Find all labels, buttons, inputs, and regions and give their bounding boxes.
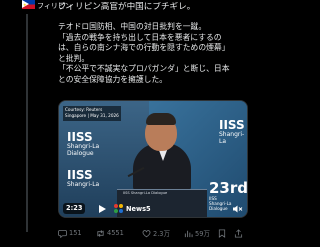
logo-title: IISS	[219, 118, 245, 132]
iiss-logo-lower: IISS Shangri-La	[67, 169, 99, 188]
action-bar: 151 4551 2.3万 59万	[58, 227, 248, 239]
thread-line	[26, 14, 28, 232]
logo-sub: Shangri-La	[67, 181, 100, 188]
like-count: 2.3万	[153, 230, 171, 238]
views-chart-icon	[184, 230, 193, 237]
body-line: 「不公平で不誠実なプロパガンダ」と断じ、日本	[58, 64, 230, 74]
iiss-logo-left: IISS Shangri-La Dialogue	[67, 131, 99, 157]
logo-title: IISS	[67, 168, 93, 182]
video-duration: 2:23	[63, 203, 86, 214]
reply-button[interactable]: 151	[58, 227, 82, 239]
speaker-hair	[146, 113, 176, 125]
reply-count: 151	[69, 229, 82, 237]
body-line: と批判。	[58, 53, 90, 63]
view-count: 59万	[195, 230, 210, 238]
credit-line: Singapore | May 31, 2026	[65, 112, 119, 118]
body-line: テオドロ国防相、中国の対日批判を一蹴。	[58, 22, 207, 31]
body-line: との安全保障協力を擁護した。	[58, 74, 168, 84]
video-credit: Courtesy: Reuters Singapore | May 31, 20…	[63, 106, 121, 121]
news-source: News5	[126, 205, 151, 213]
body-line: は、自らの南シナ海での行動を隠すための煙幕」	[58, 43, 230, 53]
repost-count: 4551	[107, 229, 124, 237]
views-button[interactable]: 59万	[184, 227, 210, 239]
anniversary-line: Dialogue	[209, 206, 228, 211]
body-line: 「過去の戦争を持ち出して日本を悪者にするの	[58, 32, 222, 42]
bookmark-button[interactable]	[218, 227, 226, 239]
post-headline: フィリピン高官が中国にブチギレ。	[58, 2, 196, 12]
iiss-logo-right: IISS Shangri-La	[219, 119, 247, 145]
logo-sub: Shangri-La	[219, 131, 245, 145]
logo-title: IISS	[67, 130, 93, 144]
podium-label: IISS Shangri-La Dialogue	[123, 191, 168, 195]
anniversary-sub: IISS Shangri-La Dialogue	[209, 196, 232, 211]
logo-sub: Shangri-La	[67, 143, 100, 150]
share-button[interactable]	[234, 227, 243, 239]
account-flag-icon: ★	[22, 0, 35, 9]
like-button[interactable]: 2.3万	[142, 227, 170, 239]
share-icon	[234, 228, 243, 238]
play-icon[interactable]	[99, 205, 106, 213]
heart-icon	[142, 229, 151, 237]
repost-button[interactable]: 4551	[96, 227, 124, 239]
bookmark-icon	[218, 228, 226, 238]
volume-muted-icon[interactable]	[233, 205, 243, 213]
news5-logo-icon	[114, 204, 124, 213]
video-player[interactable]: Courtesy: Reuters Singapore | May 31, 20…	[58, 100, 248, 218]
anniversary-number: 23rd	[209, 179, 248, 197]
reply-icon	[58, 229, 67, 238]
post-body: テオドロ国防相、中国の対日批判を一蹴。 「過去の戦争を持ち出して日本を悪者にする…	[58, 22, 246, 86]
repost-icon	[97, 229, 104, 237]
logo-sub: Dialogue	[67, 150, 94, 157]
